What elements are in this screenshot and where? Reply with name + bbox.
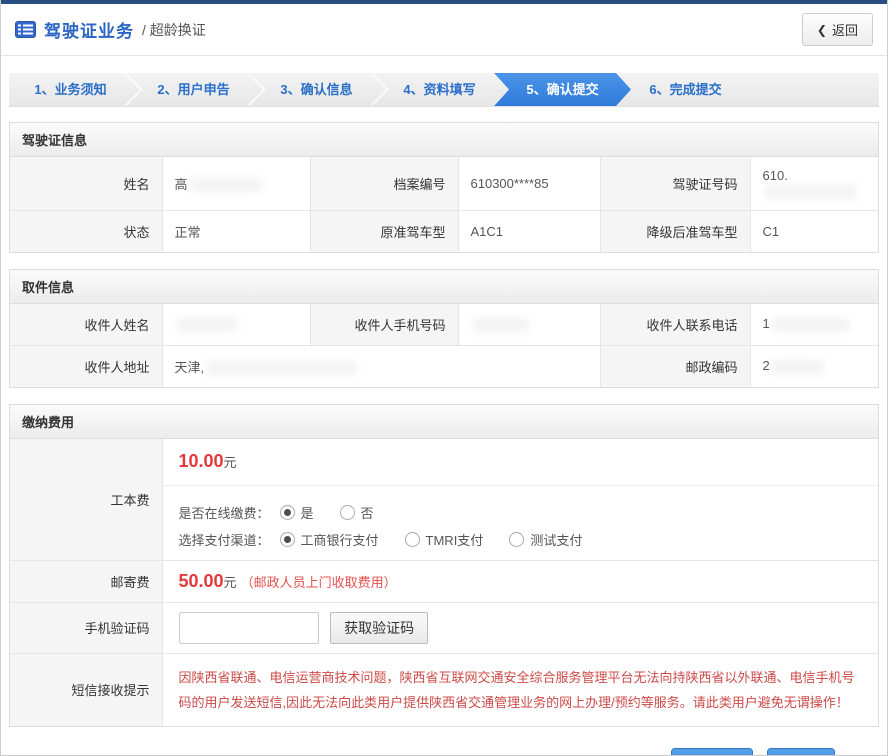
redaction-smudge <box>190 178 262 192</box>
production-fee-number: 10.00 <box>179 451 224 471</box>
step-3-confirm-info[interactable]: 3、确认信息 <box>255 73 378 106</box>
redaction-smudge <box>473 318 529 332</box>
back-chevron-icon: ❮ <box>817 23 827 37</box>
redaction-smudge <box>772 360 824 374</box>
channel-option-test[interactable]: 测试支付 <box>509 530 582 549</box>
production-fee-amount: 10.00元 <box>163 439 879 486</box>
table-row: 收件人地址 天津, 邮政编码 2 <box>10 345 878 387</box>
field-label-file-number: 档案编号 <box>310 157 458 210</box>
fee-production-content: 10.00元 是否在线缴费： 是 否 <box>162 439 878 561</box>
fee-mailing-content: 50.00元 （邮政人员上门收取费用） <box>162 560 878 602</box>
fee-row-production: 工本费 10.00元 是否在线缴费： 是 <box>10 439 878 561</box>
field-value-file-number: 610300****85 <box>458 157 600 210</box>
back-button[interactable]: ❮ 返回 <box>802 13 873 46</box>
section-license-info: 驾驶证信息 姓名 高 档案编号 610300****85 驾驶证号码 610. … <box>9 122 879 253</box>
previous-step-button[interactable]: 上一步 <box>671 748 753 756</box>
field-value-name: 高 <box>162 157 310 210</box>
fees-table: 工本费 10.00元 是否在线缴费： 是 <box>10 439 878 726</box>
radio-checked-icon[interactable] <box>280 505 295 520</box>
radio-unchecked-icon[interactable] <box>509 532 524 547</box>
section-license-title: 驾驶证信息 <box>10 123 878 157</box>
captcha-content: 获取验证码 <box>162 602 878 653</box>
field-label-recipient-phone: 收件人联系电话 <box>600 304 750 346</box>
sms-notice-content: 因陕西省联通、电信运营商技术问题，陕西省互联网交通安全综合服务管理平台无法向持陕… <box>162 653 878 726</box>
payment-options: 是否在线缴费： 是 否 选择支付渠道： <box>163 486 879 560</box>
field-value-recipient-address: 天津, <box>162 345 600 387</box>
page-title: 驾驶证业务 <box>44 17 134 42</box>
radio-checked-icon[interactable] <box>280 532 295 547</box>
online-payment-option-no[interactable]: 否 <box>340 503 374 522</box>
mailing-fee-unit: 元 <box>224 575 237 590</box>
field-value-recipient-phone: 1 <box>750 304 878 346</box>
step-6-finish-submit[interactable]: 6、完成提交 <box>624 73 747 106</box>
field-value-recipient-mobile <box>458 304 600 346</box>
section-pickup-title: 取件信息 <box>10 270 878 304</box>
mailing-fee-note: （邮政人员上门收取费用） <box>241 575 397 590</box>
field-value-downgraded-class: C1 <box>750 210 878 252</box>
field-label-recipient-address: 收件人地址 <box>10 345 162 387</box>
redaction-smudge <box>765 185 857 199</box>
table-row: 姓名 高 档案编号 610300****85 驾驶证号码 610. <box>10 157 878 210</box>
step-5-confirm-submit-active[interactable]: 5、确认提交 <box>494 73 631 106</box>
finish-button[interactable]: 完成 <box>767 748 835 756</box>
fee-label-mailing: 邮寄费 <box>10 560 162 602</box>
radio-unchecked-icon[interactable] <box>340 505 355 520</box>
field-value-recipient-name <box>162 304 310 346</box>
field-label-postcode: 邮政编码 <box>600 345 750 387</box>
field-value-postcode: 2 <box>750 345 878 387</box>
step-2-user-declaration[interactable]: 2、用户申告 <box>132 73 255 106</box>
section-pickup-info: 取件信息 收件人姓名 收件人手机号码 收件人联系电话 1 收件人地址 天津, 邮… <box>9 269 879 388</box>
field-label-original-class: 原准驾车型 <box>310 210 458 252</box>
section-fees: 缴纳费用 工本费 10.00元 是否在线缴费： 是 <box>9 404 879 727</box>
section-fees-title: 缴纳费用 <box>10 405 878 439</box>
list-icon <box>15 21 36 38</box>
license-info-table: 姓名 高 档案编号 610300****85 驾驶证号码 610. 状态 正常 … <box>10 157 878 252</box>
header: 驾驶证业务 / 超龄换证 ❮ 返回 <box>1 4 887 56</box>
field-label-name: 姓名 <box>10 157 162 210</box>
field-label-downgraded-class: 降级后准驾车型 <box>600 210 750 252</box>
online-payment-option-yes[interactable]: 是 <box>280 503 314 522</box>
sms-notice-label: 短信接收提示 <box>10 653 162 726</box>
field-label-recipient-mobile: 收件人手机号码 <box>310 304 458 346</box>
table-row: 收件人姓名 收件人手机号码 收件人联系电话 1 <box>10 304 878 346</box>
captcha-label: 手机验证码 <box>10 602 162 653</box>
channel-option-tmri[interactable]: TMRI支付 <box>405 530 484 549</box>
field-label-status: 状态 <box>10 210 162 252</box>
sms-notice-row: 短信接收提示 因陕西省联通、电信运营商技术问题，陕西省互联网交通安全综合服务管理… <box>10 653 878 726</box>
field-label-recipient-name: 收件人姓名 <box>10 304 162 346</box>
channel-option-icbc[interactable]: 工商银行支付 <box>280 530 379 549</box>
online-payment-row: 是否在线缴费： 是 否 <box>179 503 863 522</box>
redaction-smudge <box>772 318 850 332</box>
page-subtitle: / 超龄换证 <box>142 20 206 40</box>
production-fee-unit: 元 <box>224 455 237 470</box>
payment-channel-label: 选择支付渠道： <box>179 530 270 549</box>
field-value-original-class: A1C1 <box>458 210 600 252</box>
online-payment-label: 是否在线缴费： <box>179 503 270 522</box>
step-4-fill-data[interactable]: 4、资料填写 <box>378 73 501 106</box>
captcha-row: 手机验证码 获取验证码 <box>10 602 878 653</box>
step-1-business-notice[interactable]: 1、业务须知 <box>9 73 132 106</box>
step-wizard: 1、业务须知 2、用户申告 3、确认信息 4、资料填写 5、确认提交 6、完成提… <box>9 73 879 106</box>
radio-unchecked-icon[interactable] <box>405 532 420 547</box>
redaction-smudge <box>206 361 356 375</box>
captcha-input[interactable] <box>179 612 319 644</box>
get-captcha-button[interactable]: 获取验证码 <box>330 612 428 644</box>
page-container: 驾驶证业务 / 超龄换证 ❮ 返回 1、业务须知 2、用户申告 3、确认信息 4… <box>0 0 888 756</box>
breadcrumb: 驾驶证业务 / 超龄换证 <box>15 17 206 42</box>
back-button-label: 返回 <box>832 20 858 39</box>
field-value-status: 正常 <box>162 210 310 252</box>
mailing-fee-number: 50.00 <box>179 571 224 591</box>
form-actions: 上一步 完成 <box>9 748 835 756</box>
field-label-license-number: 驾驶证号码 <box>600 157 750 210</box>
sms-warning-message: 因陕西省联通、电信运营商技术问题，陕西省互联网交通安全综合服务管理平台无法向持陕… <box>179 665 863 715</box>
table-row: 状态 正常 原准驾车型 A1C1 降级后准驾车型 C1 <box>10 210 878 252</box>
payment-channel-row: 选择支付渠道： 工商银行支付 TMRI支付 测试支付 <box>179 530 863 549</box>
pickup-info-table: 收件人姓名 收件人手机号码 收件人联系电话 1 收件人地址 天津, 邮政编码 2 <box>10 304 878 387</box>
redaction-smudge <box>177 318 237 332</box>
fee-row-mailing: 邮寄费 50.00元 （邮政人员上门收取费用） <box>10 560 878 602</box>
field-value-license-number: 610. <box>750 157 878 210</box>
fee-label-production: 工本费 <box>10 439 162 561</box>
